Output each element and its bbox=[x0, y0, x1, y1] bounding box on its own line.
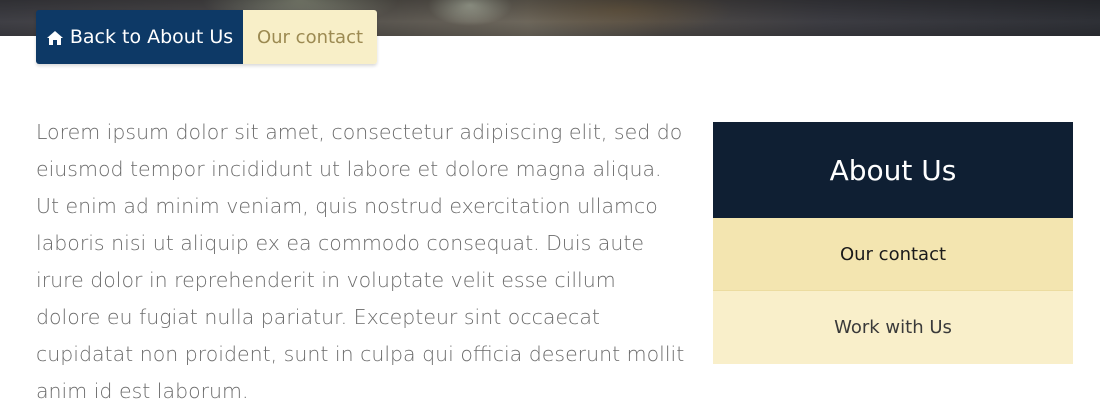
breadcrumb: Back to About Us Our contact bbox=[36, 10, 377, 64]
sidebar: About Us Our contact Work with Us bbox=[713, 122, 1073, 364]
body-paragraph: Lorem ipsum dolor sit amet, consectetur … bbox=[36, 120, 685, 403]
sidebar-title: About Us bbox=[713, 122, 1073, 218]
back-to-about-us-button[interactable]: Back to About Us bbox=[36, 10, 243, 64]
sidebar-item-our-contact[interactable]: Our contact bbox=[713, 218, 1073, 291]
sidebar-item-work-with-us[interactable]: Work with Us bbox=[713, 291, 1073, 364]
home-icon bbox=[46, 29, 64, 45]
sidebar-item-label: Work with Us bbox=[834, 317, 952, 338]
sidebar-item-label: Our contact bbox=[839, 243, 947, 265]
current-page-label: Our contact bbox=[256, 26, 364, 48]
back-button-label: Back to About Us bbox=[69, 26, 234, 48]
current-page-tab: Our contact bbox=[243, 10, 377, 64]
